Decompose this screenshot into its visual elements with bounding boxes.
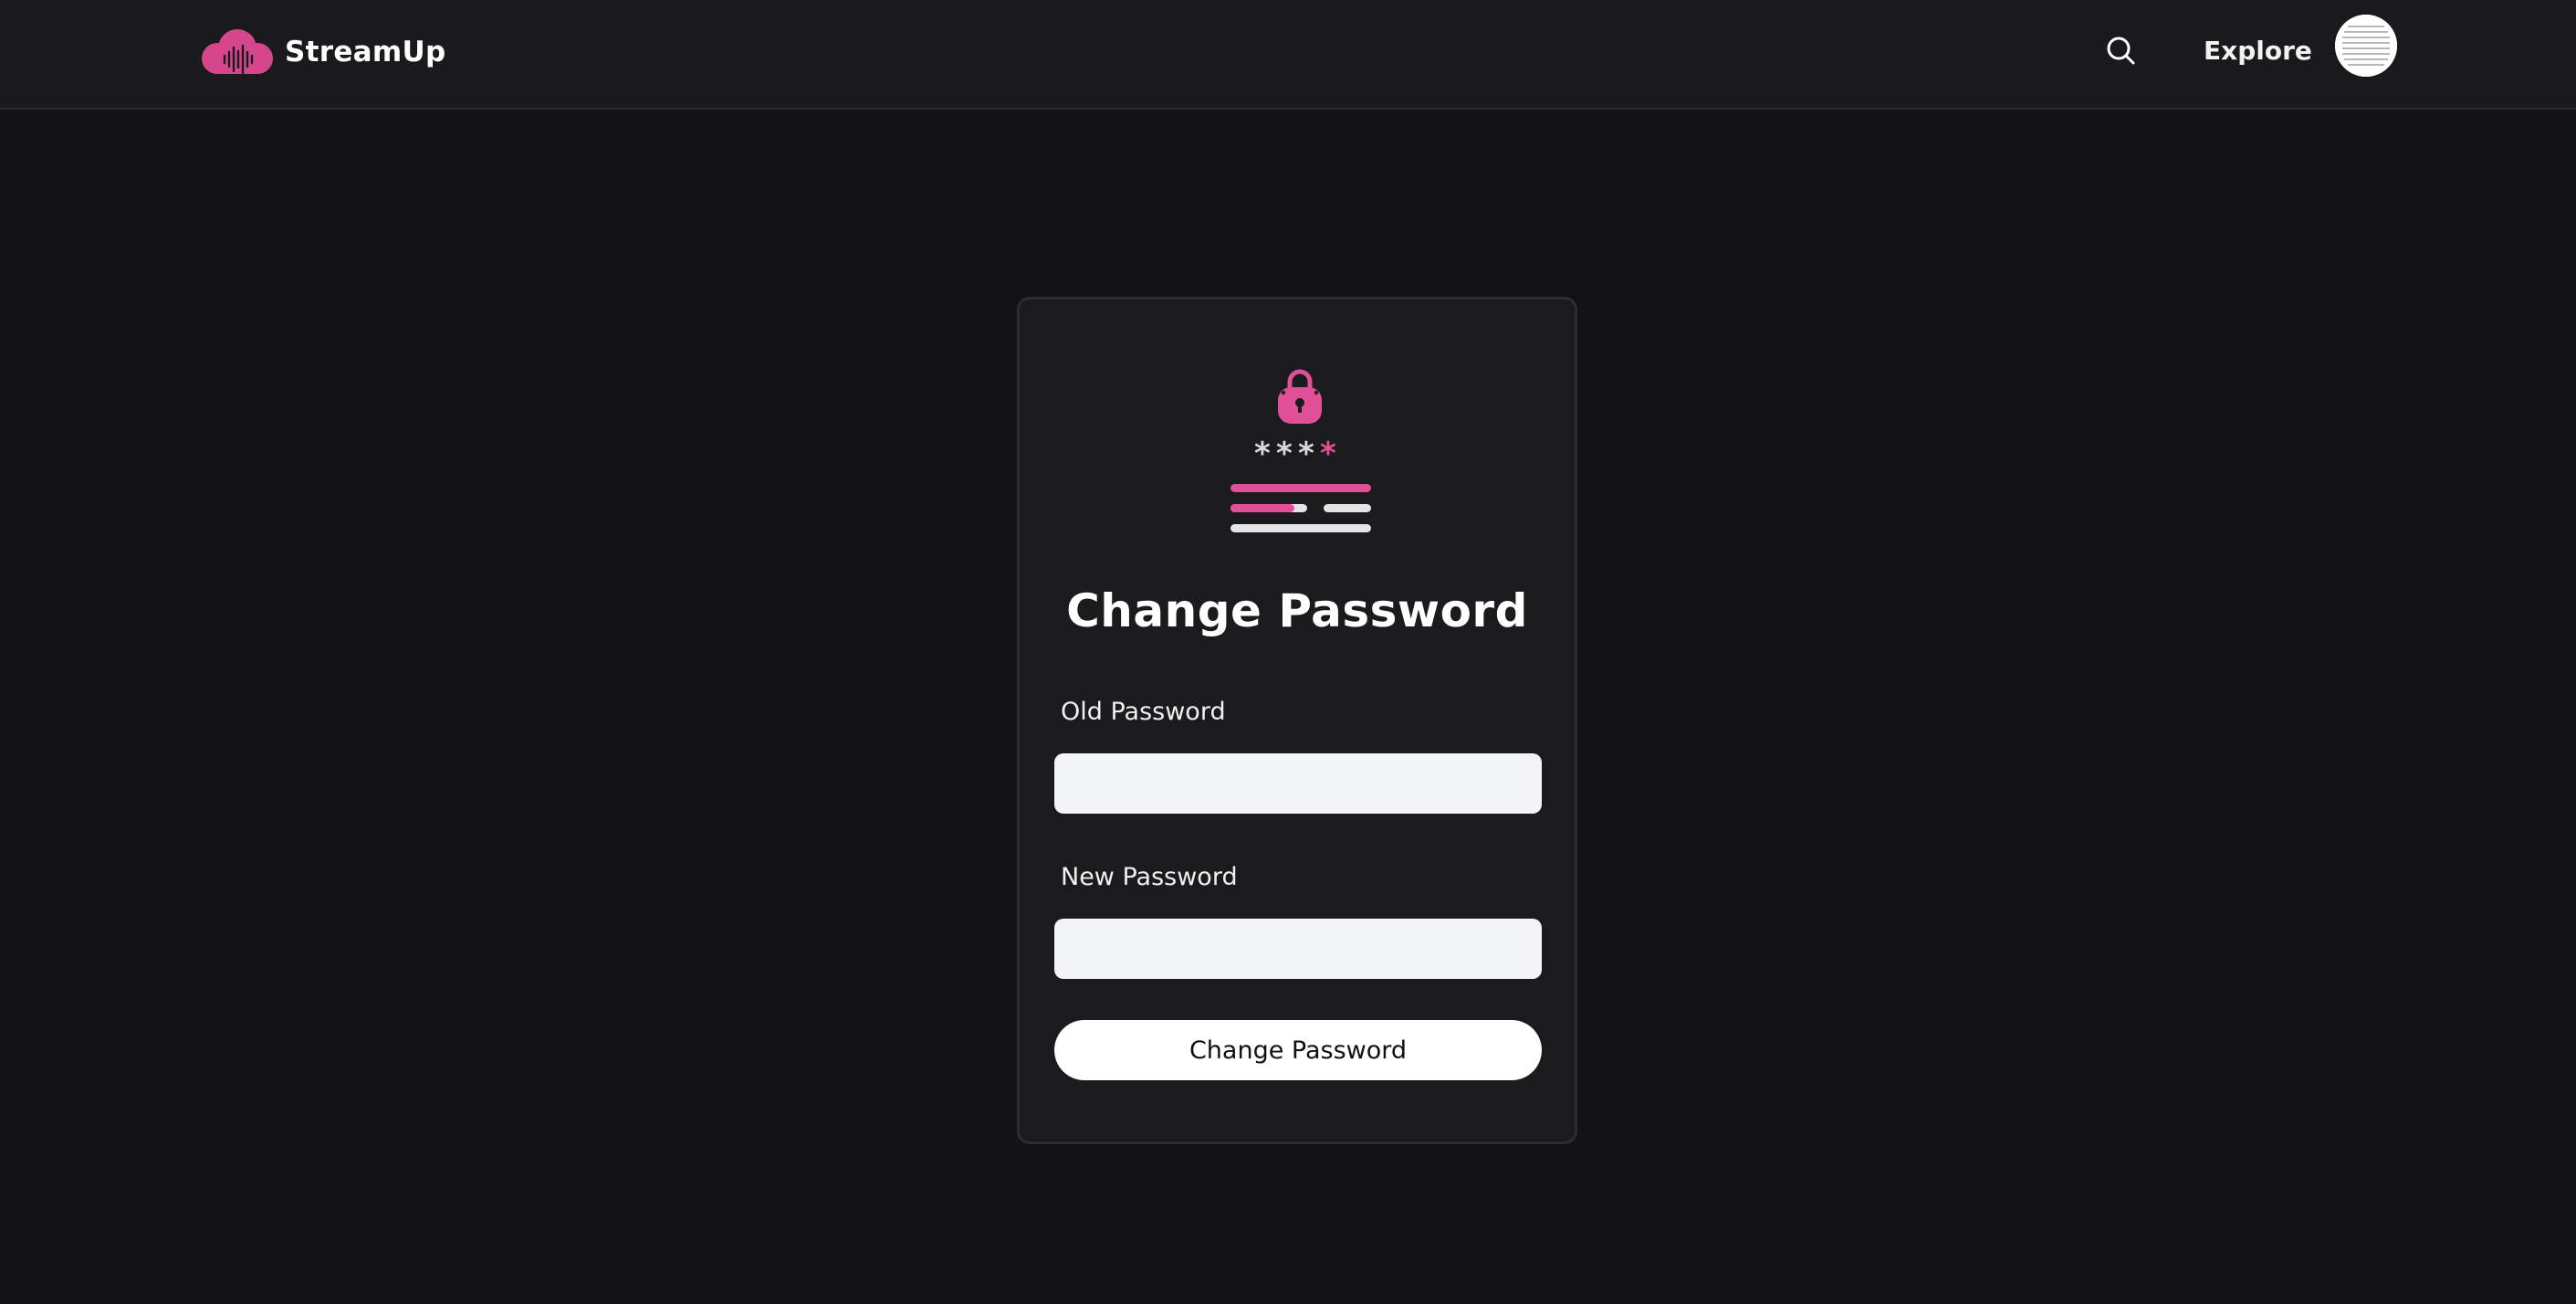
- explore-link[interactable]: Explore: [2204, 33, 2312, 69]
- old-password-label: Old Password: [1061, 698, 1226, 726]
- search-icon: [2107, 37, 2135, 65]
- new-password-label: New Password: [1061, 863, 1238, 891]
- lock-password-icon: * * * *: [1230, 369, 1371, 532]
- change-password-button[interactable]: Change Password: [1054, 1020, 1542, 1080]
- brand-name: StreamUp: [285, 36, 446, 68]
- old-password-field[interactable]: [1054, 753, 1542, 814]
- search-button[interactable]: [2103, 33, 2140, 69]
- svg-text:*: *: [1276, 436, 1293, 472]
- user-avatar[interactable]: [2335, 15, 2397, 77]
- page-title: Change Password: [1066, 584, 1528, 637]
- svg-text:*: *: [1298, 436, 1314, 472]
- top-navigation-bar: StreamUp Explore: [0, 0, 2576, 110]
- change-password-card: * * * * Change Password Old Password New…: [1017, 297, 1577, 1144]
- brand-home-link[interactable]: StreamUp: [197, 26, 445, 79]
- avatar-image: [2335, 15, 2397, 77]
- lock-password-illustration: * * * *: [1224, 360, 1376, 542]
- new-password-field[interactable]: [1054, 919, 1542, 979]
- svg-text:*: *: [1254, 436, 1271, 472]
- cloud-soundwave-icon: [202, 29, 273, 75]
- svg-text:*: *: [1320, 436, 1336, 472]
